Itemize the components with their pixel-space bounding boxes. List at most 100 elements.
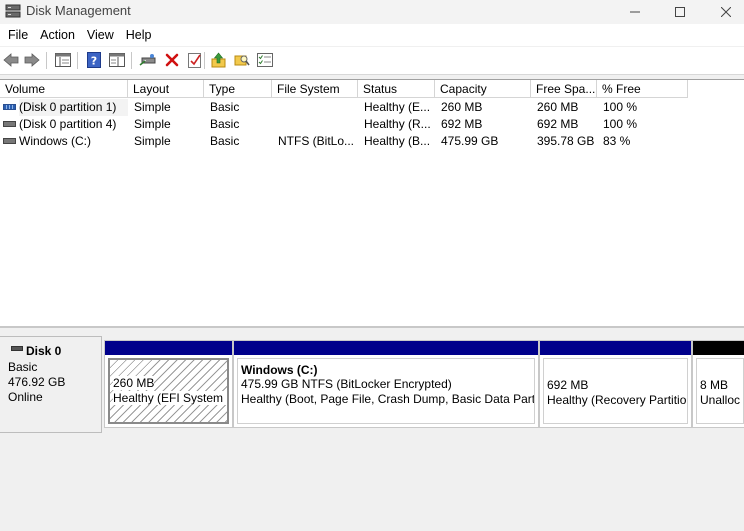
disk-icon — [11, 346, 23, 351]
volume-free-space: 260 MB — [537, 100, 579, 114]
partition-bar — [540, 341, 691, 355]
volume-free-space: 395.78 GB — [537, 134, 595, 148]
partition-windows-c[interactable]: Windows (C:) 475.99 GB NTFS (BitLocker E… — [233, 340, 539, 428]
volume-name: (Disk 0 partition 1) — [19, 99, 128, 116]
partition-body: 260 MB Healthy (EFI System P — [108, 358, 229, 424]
column-header-layout[interactable]: Layout — [128, 80, 204, 98]
partition-bar — [234, 341, 538, 355]
help-button[interactable]: ? — [85, 51, 103, 69]
partition-title: Windows (C:) — [241, 363, 318, 377]
volume-icon — [3, 138, 16, 144]
properties-pane-icon — [109, 53, 125, 67]
column-header-status[interactable]: Status — [358, 80, 435, 98]
volume-name: Windows (C:) — [19, 134, 92, 148]
partition-size: 260 MB — [113, 376, 155, 390]
partition-size: 692 MB — [547, 378, 589, 392]
search-folder-button[interactable] — [233, 51, 251, 69]
volume-icon — [3, 121, 16, 127]
show-hide-console-tree-button[interactable] — [54, 51, 72, 69]
volume-type: Basic — [210, 100, 240, 114]
volume-capacity: 692 MB — [441, 117, 483, 131]
toolbar-separator — [204, 52, 205, 69]
forward-arrow-icon — [24, 53, 40, 67]
volume-row[interactable]: (Disk 0 partition 1) Simple Basic Health… — [0, 99, 744, 116]
maximize-icon — [675, 7, 685, 17]
maximize-button[interactable] — [657, 0, 703, 24]
volume-capacity: 475.99 GB — [441, 134, 499, 148]
checklist-icon — [188, 53, 201, 68]
minimize-button[interactable] — [612, 0, 658, 24]
menu-help[interactable]: Help — [120, 26, 158, 44]
partition-status: Unalloc — [700, 393, 741, 407]
connect-disk-button[interactable] — [139, 51, 157, 69]
list-properties-icon — [257, 53, 273, 67]
column-header-file-system[interactable]: File System — [272, 80, 358, 98]
volume-status: Healthy (R... — [364, 117, 431, 131]
volume-list-header: Volume Layout Type File System Status Ca… — [0, 80, 744, 98]
volume-percent-free: 83 % — [603, 134, 631, 148]
volume-file-system: NTFS (BitLo... — [278, 134, 355, 148]
disk-state: Online — [8, 390, 43, 404]
list-properties-button[interactable] — [256, 51, 274, 69]
partition-efi[interactable]: 260 MB Healthy (EFI System P — [104, 340, 233, 428]
toolbar-separator — [131, 52, 132, 69]
volume-row[interactable]: Windows (C:) Simple Basic NTFS (BitLo...… — [0, 133, 744, 150]
disk-size: 476.92 GB — [8, 375, 66, 389]
delete-icon — [165, 53, 179, 67]
minimize-icon — [630, 11, 640, 13]
volume-icon — [3, 104, 16, 110]
volume-row[interactable]: (Disk 0 partition 4) Simple Basic Health… — [0, 116, 744, 133]
volume-layout: Simple — [134, 117, 171, 131]
up-folder-icon — [211, 52, 226, 68]
partition-bar — [693, 341, 744, 355]
partition-status: Healthy (EFI System P — [113, 391, 227, 406]
partition-unallocated[interactable]: 8 MB Unalloc — [692, 340, 744, 428]
volume-status: Healthy (E... — [364, 100, 431, 114]
partition-body: 692 MB Healthy (Recovery Partitio — [543, 358, 688, 424]
partition-status: Healthy (Boot, Page File, Crash Dump, Ba… — [241, 392, 535, 406]
partition-size: 475.99 GB NTFS (BitLocker Encrypted) — [241, 377, 452, 391]
disk-label[interactable]: Disk 0 Basic 476.92 GB Online — [0, 336, 102, 433]
partition-size: 8 MB — [700, 378, 729, 392]
volume-type: Basic — [210, 134, 240, 148]
partition-body: 8 MB Unalloc — [696, 358, 744, 424]
partition-recovery[interactable]: 692 MB Healthy (Recovery Partitio — [539, 340, 692, 428]
column-header-percent-free[interactable]: % Free — [597, 80, 688, 98]
menu-bar: File Action View Help — [0, 24, 744, 46]
volume-layout: Simple — [134, 100, 171, 114]
volume-layout: Simple — [134, 134, 171, 148]
connect-disk-icon — [139, 54, 156, 66]
search-folder-icon — [234, 55, 250, 66]
up-folder-button[interactable] — [210, 51, 228, 69]
partition-status: Healthy (Recovery Partitio — [547, 393, 687, 407]
volume-type: Basic — [210, 117, 240, 131]
disk-type: Basic — [8, 360, 38, 374]
back-button[interactable] — [2, 51, 20, 69]
properties-pane-button[interactable] — [108, 51, 126, 69]
help-icon: ? — [87, 52, 101, 68]
menu-action[interactable]: Action — [34, 26, 81, 44]
window-title: Disk Management — [26, 3, 131, 18]
close-icon — [721, 7, 731, 17]
console-tree-icon — [55, 53, 71, 67]
check-properties-button[interactable] — [186, 51, 204, 69]
column-header-free-space[interactable]: Free Spa... — [531, 80, 597, 98]
close-button[interactable] — [703, 0, 744, 24]
volume-percent-free: 100 % — [603, 100, 638, 114]
menu-view[interactable]: View — [81, 26, 120, 44]
delete-button[interactable] — [163, 51, 181, 69]
partition-bar — [105, 341, 232, 355]
column-header-type[interactable]: Type — [204, 80, 272, 98]
menu-file[interactable]: File — [2, 26, 34, 44]
back-arrow-icon — [3, 53, 19, 67]
disk-management-app-icon — [5, 4, 21, 18]
volume-list: Volume Layout Type File System Status Ca… — [0, 79, 744, 326]
svg-text:?: ? — [91, 55, 97, 68]
volume-status: Healthy (B... — [364, 134, 431, 148]
forward-button[interactable] — [23, 51, 41, 69]
volume-percent-free: 100 % — [603, 117, 638, 131]
column-header-capacity[interactable]: Capacity — [435, 80, 531, 98]
volume-free-space: 692 MB — [537, 117, 579, 131]
column-header-volume[interactable]: Volume — [0, 80, 128, 98]
disk-name: Disk 0 — [26, 344, 62, 358]
